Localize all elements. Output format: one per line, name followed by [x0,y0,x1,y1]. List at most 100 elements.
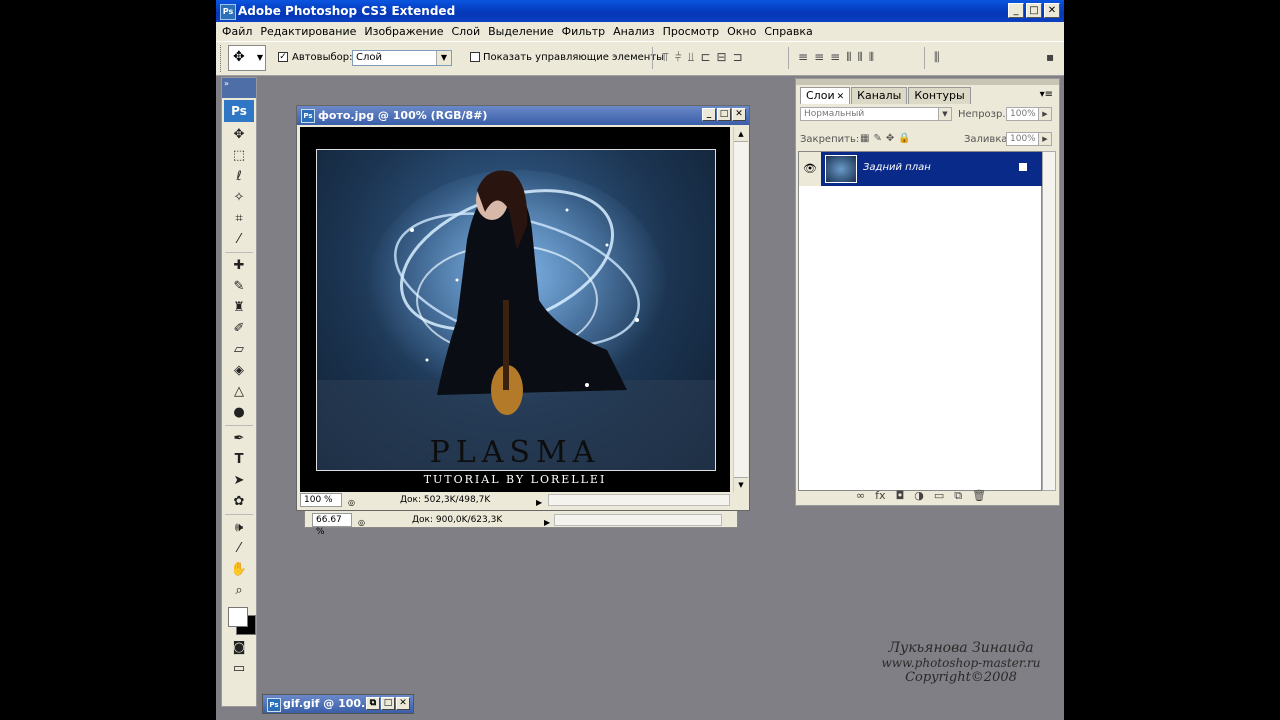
align-vcenter-icon[interactable]: ⫩ [675,50,682,65]
app-icon[interactable]: Ps [220,4,236,20]
document-window-main[interactable]: Ps фото.jpg @ 100% (RGB/8#) _ □ ✕ PLASMA… [296,105,750,511]
menu-analysis[interactable]: Анализ [609,22,659,41]
shape-tool-icon[interactable]: ✿ [223,491,255,512]
panel-menu-icon[interactable]: ▾≡ [1040,89,1053,100]
document-vertical-scrollbar[interactable]: ▲ ▼ [733,127,748,492]
blur-tool-icon[interactable]: △ [223,381,255,402]
align-right-icon[interactable]: ⊐ [733,50,743,65]
palette-well-icon[interactable]: ▪ [1046,50,1054,64]
tab-paths[interactable]: Контуры [908,87,971,104]
close-icon[interactable]: ✕ [837,92,845,102]
lasso-tool-icon[interactable]: ℓ [223,166,255,187]
type-tool-icon[interactable]: T [223,449,255,470]
brush-tool-icon[interactable]: ✎ [223,276,255,297]
doc-maximize-button[interactable]: □ [717,108,731,121]
layer-style-icon[interactable]: fx [875,489,885,503]
auto-select-checkbox[interactable]: ✓ [278,52,288,62]
lock-position-icon[interactable]: ✥ [886,133,898,144]
menu-select[interactable]: Выделение [484,22,558,41]
magic-wand-tool-icon[interactable]: ✧ [223,187,255,208]
back-zoom-field[interactable]: 66.67 % [312,513,352,537]
layer-row[interactable]: 👁 Задний план [799,152,1043,186]
minimized-document[interactable]: Ps gif.gif @ 100... ⧉ □ ✕ [262,694,414,714]
menu-help[interactable]: Справка [760,22,816,41]
auto-align-icon[interactable]: ⫼ [934,50,940,65]
dodge-tool-icon[interactable]: ● [223,402,255,423]
toolbox-header[interactable]: » [222,78,256,98]
screen-mode-icon[interactable]: ▭ [223,658,255,679]
align-bottom-icon[interactable]: ⫫ [688,50,695,65]
eyedropper-tool-icon[interactable]: ⁄ [223,538,255,559]
ps-logo[interactable]: Ps [224,100,254,122]
layer-name[interactable]: Задний план [863,162,931,173]
doc-close-button[interactable]: ✕ [732,108,746,121]
blend-mode-dropdown[interactable]: Нормальный ▼ [800,107,952,121]
zoom-field[interactable]: 100 % [300,493,342,507]
distribute-hcenter-icon[interactable]: ⦀ [857,50,862,65]
tab-layers[interactable]: Слои ✕ [800,87,851,104]
menu-filter[interactable]: Фильтр [558,22,610,41]
doc-maximize-button[interactable]: □ [381,697,395,710]
menu-image[interactable]: Изображение [360,22,447,41]
foreground-color-swatch[interactable] [228,607,248,627]
paint-bucket-tool-icon[interactable]: ◈ [223,360,255,381]
scroll-down-icon[interactable]: ▼ [734,477,748,492]
doc-minimize-button[interactable]: _ [702,108,716,121]
maximize-button[interactable]: □ [1026,3,1042,18]
history-brush-tool-icon[interactable]: ✐ [223,318,255,339]
eye-icon[interactable]: 👁 [799,152,821,186]
align-hcenter-icon[interactable]: ⊟ [716,50,726,65]
lock-transparent-icon[interactable]: ▦ [860,133,873,144]
adjustment-layer-icon[interactable]: ◑ [914,489,924,503]
fill-field[interactable]: 100% ▶ [1006,132,1052,146]
status-arrow-icon[interactable]: ▶ [536,495,542,510]
link-layers-icon[interactable]: ∞ [856,489,865,503]
options-grip[interactable] [220,45,225,72]
clone-stamp-tool-icon[interactable]: ♜ [223,297,255,318]
document-horizontal-scrollbar[interactable] [548,494,730,506]
distribute-left-icon[interactable]: ⦀ [846,50,851,65]
distribute-vcenter-icon[interactable]: ≡ [814,50,824,65]
path-selection-tool-icon[interactable]: ➤ [223,470,255,491]
menu-window[interactable]: Окно [723,22,760,41]
tab-channels[interactable]: Каналы [851,87,908,104]
crop-tool-icon[interactable]: ⌗ [223,208,255,229]
new-group-icon[interactable]: ▭ [934,489,944,503]
doc-close-button[interactable]: ✕ [396,697,410,710]
distribute-right-icon[interactable]: ⦀ [869,50,874,65]
opacity-field[interactable]: 100% ▶ [1006,107,1052,121]
auto-select-dropdown[interactable]: Слой ▼ [352,50,452,66]
menu-view[interactable]: Просмотр [659,22,723,41]
layer-mask-icon[interactable]: ◘ [896,489,905,503]
status-arrow-icon[interactable]: ▶ [544,515,550,530]
new-layer-icon[interactable]: ⧉ [954,489,962,503]
doc-restore-button[interactable]: ⧉ [366,697,380,710]
healing-brush-tool-icon[interactable]: ✚ [223,255,255,276]
delete-layer-icon[interactable]: 🗑 [972,489,986,503]
menu-file[interactable]: Файл [216,22,256,41]
panel-grip[interactable] [796,79,1059,85]
distribute-bottom-icon[interactable]: ≡ [830,50,840,65]
zoom-tool-icon[interactable]: ⌕ [223,580,255,601]
show-controls-checkbox[interactable] [470,52,480,62]
quick-mask-icon[interactable]: ◙ [223,637,255,658]
scroll-up-icon[interactable]: ▲ [734,127,748,142]
document-canvas[interactable]: PLASMA TUTORIAL BY LORELLEI [300,127,730,492]
layer-thumbnail[interactable] [825,155,857,183]
close-button[interactable]: ✕ [1044,3,1060,18]
align-top-icon[interactable]: ⫪ [662,50,669,65]
menu-edit[interactable]: Редактирование [256,22,360,41]
pen-tool-icon[interactable]: ✒ [223,428,255,449]
menu-layer[interactable]: Слой [448,22,485,41]
tool-preset-picker[interactable]: ✥ ▼ [228,45,266,71]
align-left-icon[interactable]: ⊏ [700,50,710,65]
distribute-top-icon[interactable]: ≡ [798,50,808,65]
notes-tool-icon[interactable]: 🕪 [223,517,255,538]
lock-image-icon[interactable]: ✎ [873,133,885,144]
layers-scrollbar[interactable] [1042,151,1056,491]
hand-tool-icon[interactable]: ✋ [223,559,255,580]
status-menu-icon[interactable]: ◎ [348,495,355,510]
document-titlebar[interactable]: Ps фото.jpg @ 100% (RGB/8#) _ □ ✕ [297,106,749,125]
minimize-button[interactable]: _ [1008,3,1024,18]
marquee-tool-icon[interactable]: ⬚ [223,145,255,166]
